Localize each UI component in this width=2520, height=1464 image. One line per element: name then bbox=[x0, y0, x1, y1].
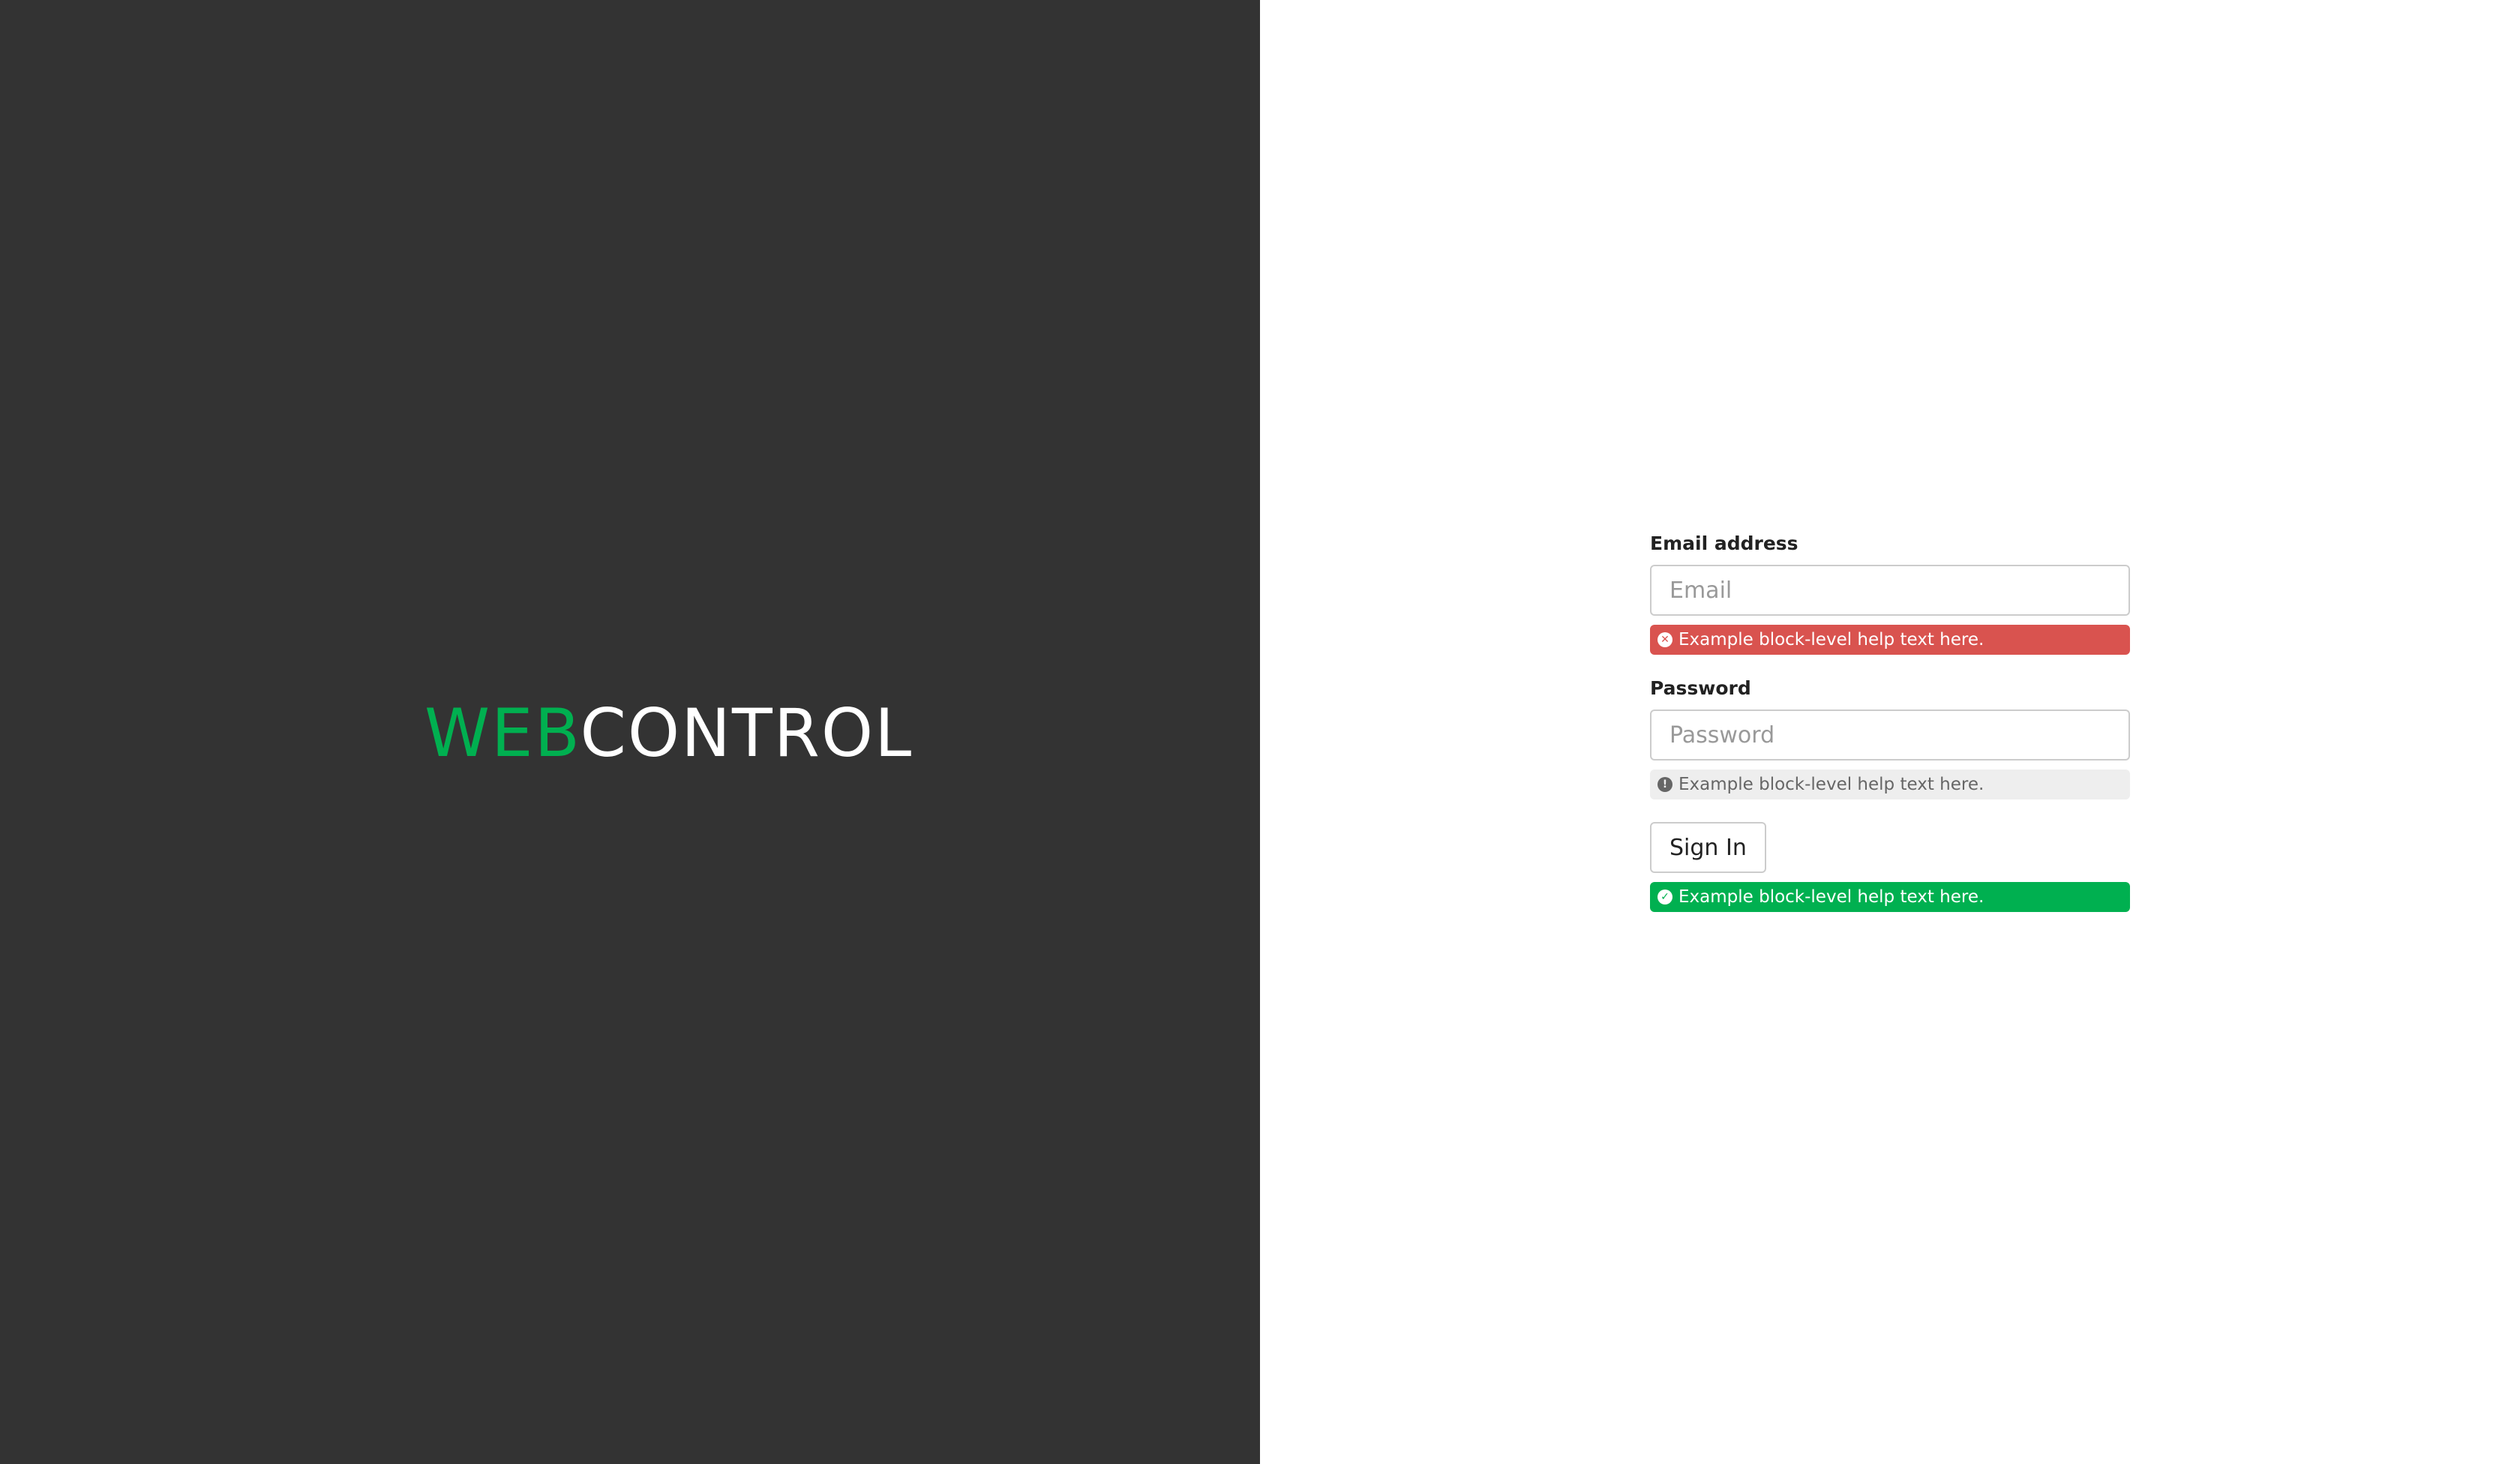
submit-help-success: ✓ Example block-level help text here. bbox=[1650, 882, 2130, 912]
password-group: Password ! Example block-level help text… bbox=[1650, 677, 2130, 800]
email-field[interactable] bbox=[1650, 565, 2130, 616]
email-label: Email address bbox=[1650, 532, 1798, 554]
sign-in-button[interactable]: Sign In bbox=[1650, 822, 1766, 873]
logo-main-text: CONTROL bbox=[580, 694, 914, 772]
submit-help-text: Example block-level help text here. bbox=[1678, 887, 1984, 907]
brand-panel: WEBCONTROL bbox=[0, 0, 1260, 1464]
password-label: Password bbox=[1650, 677, 1751, 699]
login-page: WEBCONTROL Email address ✕ Example block… bbox=[0, 0, 2520, 1464]
submit-group: Sign In ✓ Example block-level help text … bbox=[1650, 822, 2130, 912]
email-help-error: ✕ Example block-level help text here. bbox=[1650, 625, 2130, 655]
password-help-info: ! Example block-level help text here. bbox=[1650, 770, 2130, 800]
password-field[interactable] bbox=[1650, 710, 2130, 760]
logo-accent-text: WEB bbox=[424, 694, 580, 772]
sign-in-form: Email address ✕ Example block-level help… bbox=[1650, 532, 2130, 934]
form-panel: Email address ✕ Example block-level help… bbox=[1260, 0, 2520, 1464]
times-circle-icon: ✕ bbox=[1658, 632, 1672, 647]
logo: WEBCONTROL bbox=[424, 700, 913, 766]
password-help-text: Example block-level help text here. bbox=[1678, 775, 1984, 794]
email-help-text: Example block-level help text here. bbox=[1678, 630, 1984, 650]
check-circle-icon: ✓ bbox=[1658, 890, 1672, 904]
email-group: Email address ✕ Example block-level help… bbox=[1650, 532, 2130, 655]
info-circle-icon: ! bbox=[1658, 777, 1672, 792]
